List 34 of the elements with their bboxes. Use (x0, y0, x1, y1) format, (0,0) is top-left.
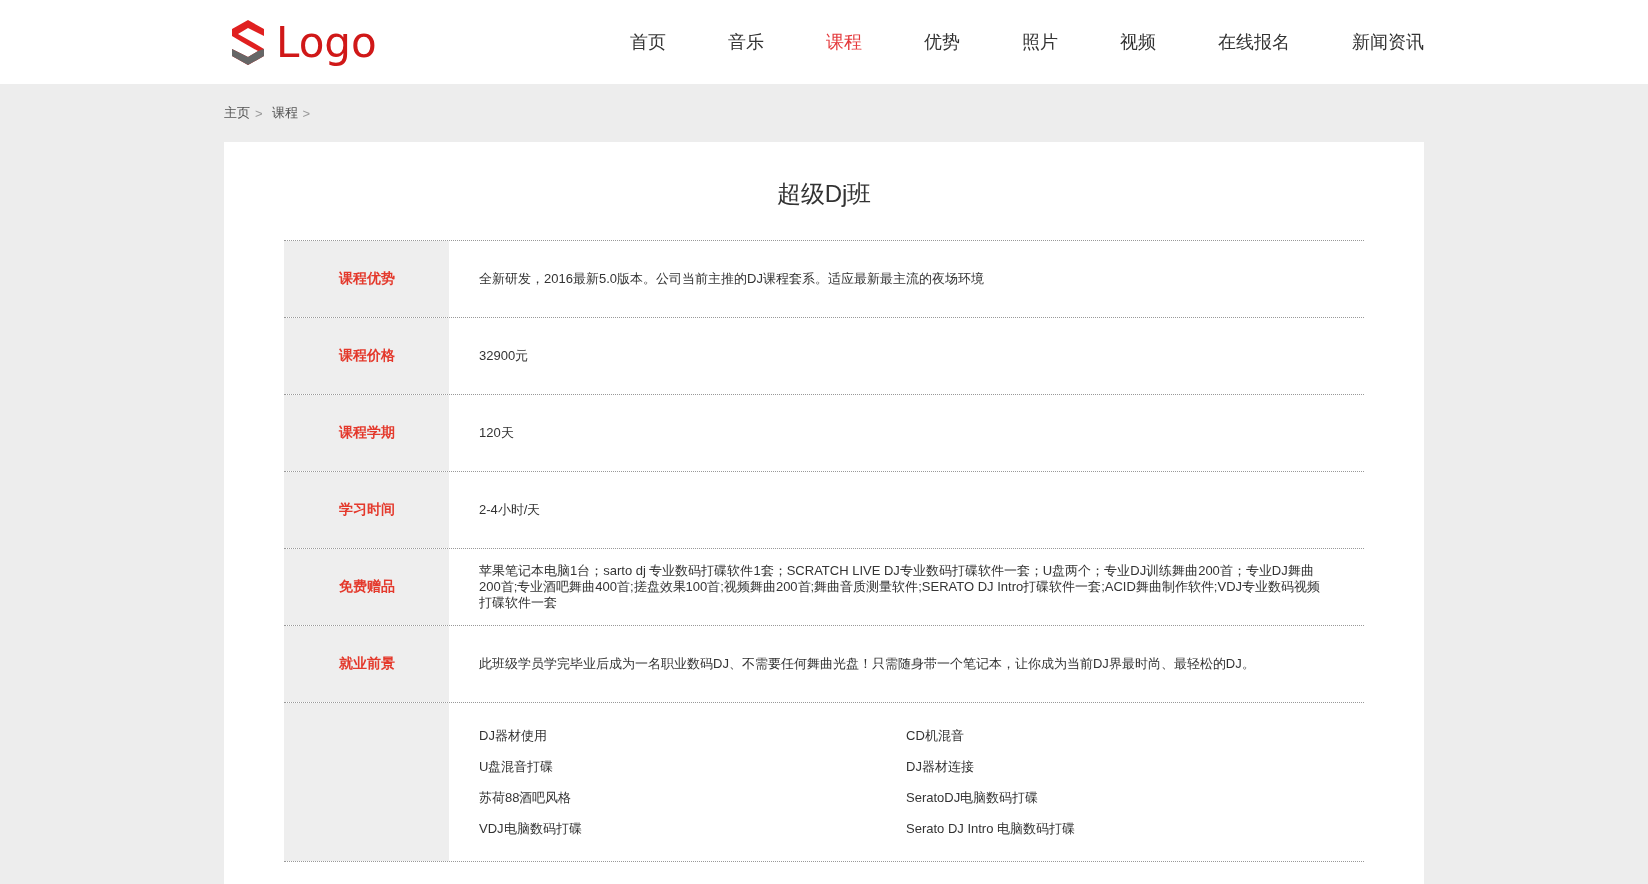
nav-link[interactable]: 首页 (630, 30, 666, 54)
row-value: 此班级学员学完毕业后成为一名职业数码DJ、不需要任何舞曲光盘！只需随身带一个笔记本，让你成为当前DJ界最时尚、最轻松的DJ。 (479, 656, 1255, 672)
course-topic: 苏荷88酒吧风格 (479, 789, 573, 806)
row-label: 课程学期 (338, 424, 395, 442)
nav-link[interactable]: 课程 (826, 30, 862, 54)
nav-link[interactable]: 照片 (1022, 30, 1058, 54)
nav-link[interactable]: 新闻资讯 (1352, 30, 1424, 54)
breadcrumb-link[interactable]: 课程 (271, 104, 298, 122)
nav-link[interactable]: 在线报名 (1218, 30, 1290, 54)
course-topic: DJ器材连接 (906, 758, 975, 775)
breadcrumb-separator: > (255, 105, 263, 121)
course-topic: VDJ电脑数码打碟 (479, 820, 583, 837)
row-value: 苹果笔记本电脑1台；sarto dj 专业数码打碟软件1套；SCRATCH LIVE DJ专业数码打碟软件一套；U盘两个；专业DJ训练舞曲200首；专业DJ舞曲200首;专业酒吧舞曲400首;搓盘效果100首;视频舞曲200首;舞曲音质测量软件;SERATO DJ Intro打碟软件一套;ACID舞曲制作软件;VDJ专业数码视频打碟软件一套 (479, 563, 1322, 611)
row-label: 课程价格 (338, 347, 395, 365)
row-label: 课程优势 (338, 270, 395, 288)
course-topic: Serato DJ Intro 电脑数码打碟 (906, 820, 1077, 837)
breadcrumb-link[interactable]: 主页 (224, 104, 250, 122)
nav-link[interactable]: 音乐 (728, 30, 764, 54)
course-title: 超级Dj班 (775, 179, 873, 209)
nav-link[interactable]: 视频 (1120, 30, 1156, 54)
nav-link[interactable]: 优势 (924, 30, 960, 54)
logo-text[interactable]: Logo (276, 17, 377, 67)
row-value: 32900元 (479, 348, 529, 364)
row-label: 学习时间 (338, 501, 395, 519)
course-topic: U盘混音打碟 (479, 758, 555, 775)
course-topic: SeratoDJ电脑数码打碟 (906, 789, 1040, 806)
row-value: 120天 (479, 425, 514, 441)
row-value: 全新研发，2016最新5.0版本。公司当前主推的DJ课程套系。适应最新最主流的夜场环境 (479, 271, 984, 287)
course-topic: DJ器材使用 (479, 727, 548, 744)
row-value: 2-4小时/天 (479, 502, 541, 518)
row-label: 免费赠品 (338, 578, 395, 596)
breadcrumb-separator: > (302, 105, 311, 121)
row-label: 就业前景 (338, 655, 395, 673)
course-topic: CD机混音 (906, 727, 965, 744)
